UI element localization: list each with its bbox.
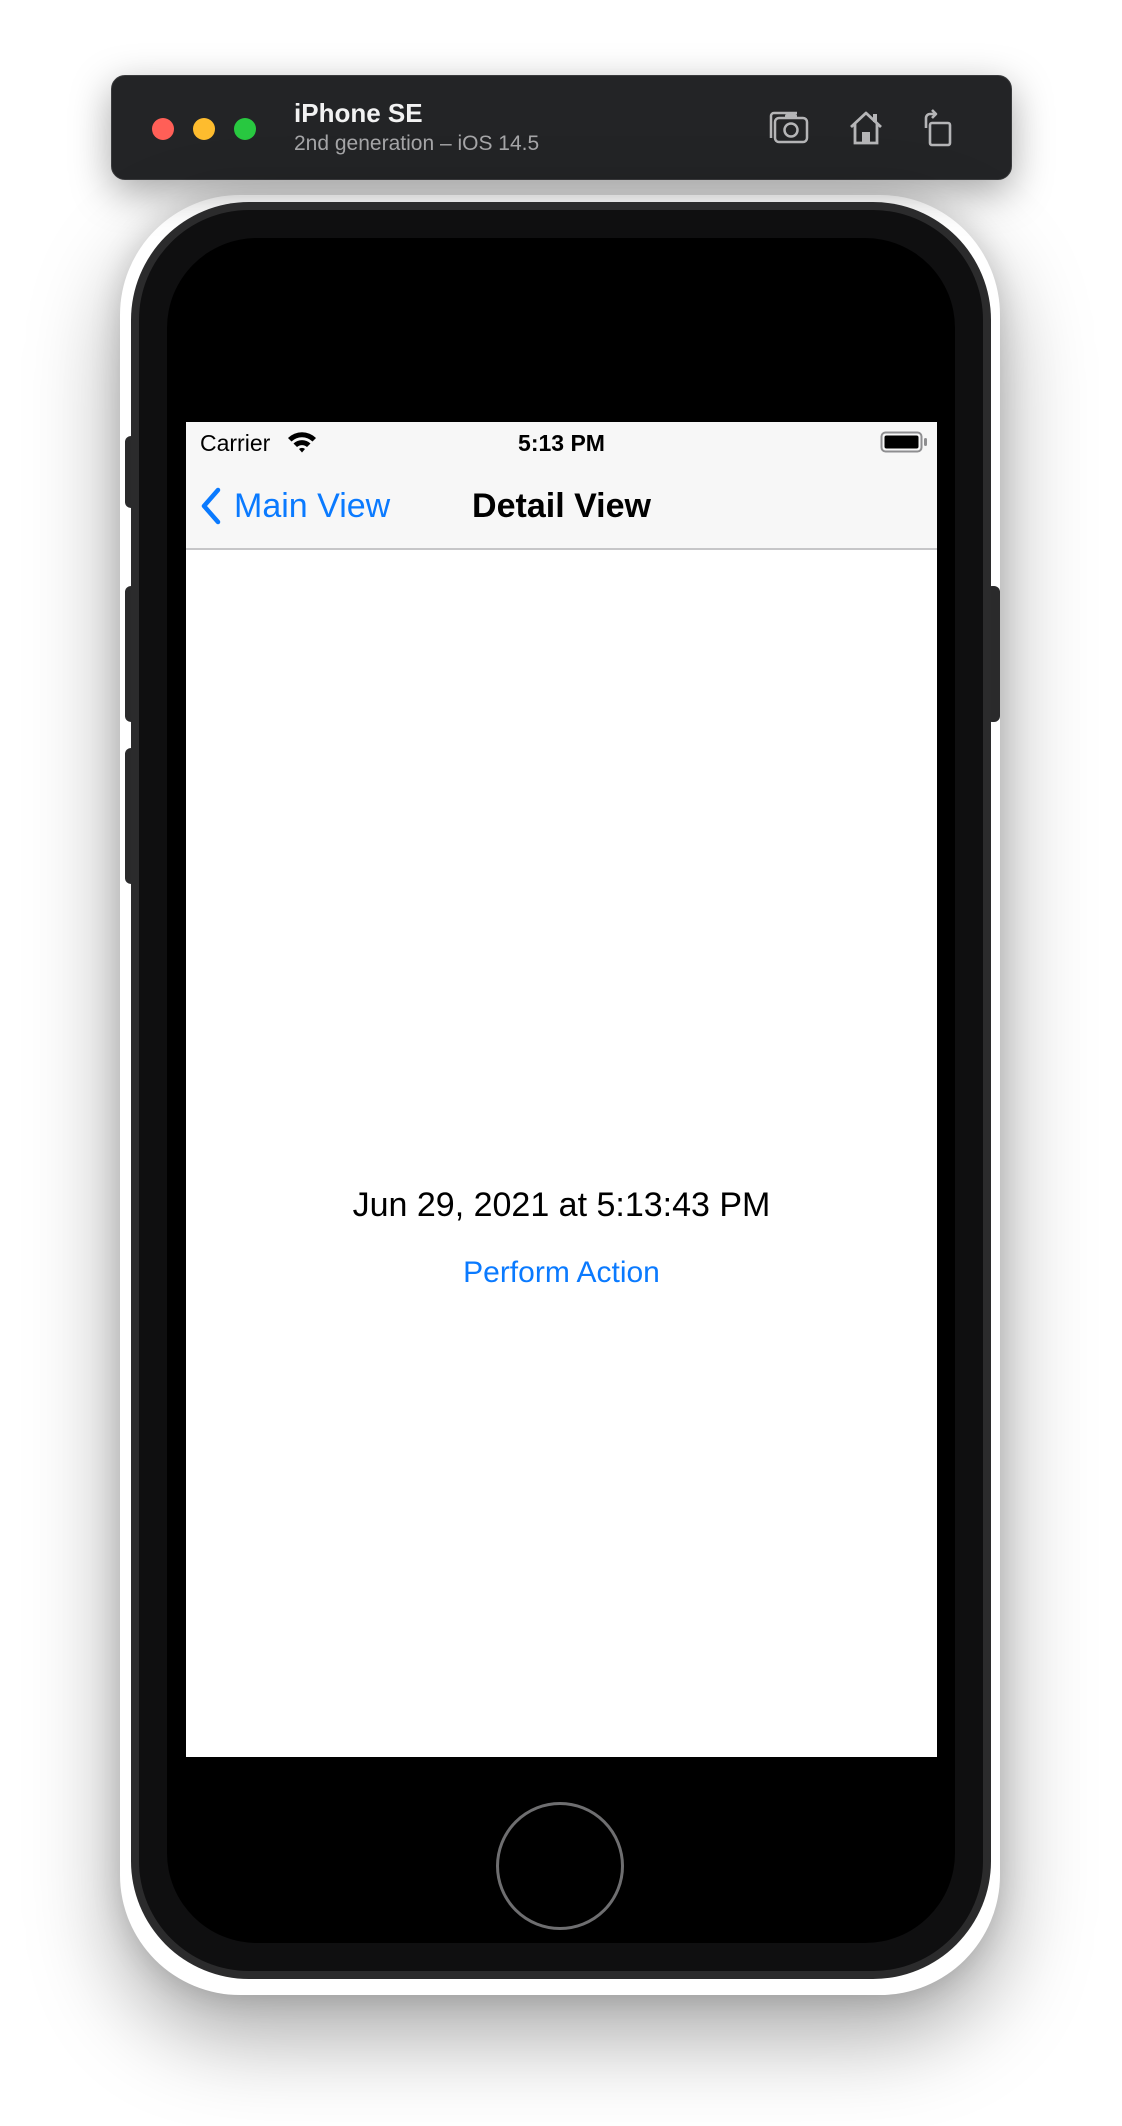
device-subtitle: 2nd generation – iOS 14.5	[294, 132, 540, 155]
perform-action-button[interactable]: Perform Action	[186, 1256, 937, 1290]
detail-content: Jun 29, 2021 at 5:13:43 PM Perform Actio…	[186, 550, 937, 1757]
nav-title: Detail View	[186, 487, 937, 526]
zoom-window-button[interactable]	[234, 118, 256, 140]
simulator-stage: iPhone SE 2nd generation – iOS 14.5 Carr…	[0, 0, 1122, 2126]
home-button-toolbar[interactable]	[842, 104, 890, 152]
simulator-title-bar[interactable]: iPhone SE 2nd generation – iOS 14.5	[111, 75, 1012, 180]
close-window-button[interactable]	[152, 118, 174, 140]
minimize-window-button[interactable]	[193, 118, 215, 140]
home-icon	[850, 111, 882, 145]
screenshot-icon	[769, 111, 809, 144]
rotate-button[interactable]	[914, 104, 962, 152]
device-name: iPhone SE	[294, 98, 423, 128]
navigation-bar: Main View Detail View	[186, 462, 937, 550]
home-button[interactable]	[496, 1802, 624, 1930]
device-screen: Carrier 5:13 PM Main View Detail View Ju…	[186, 422, 937, 1757]
nav-title-text: Detail View	[472, 487, 651, 525]
status-bar: Carrier 5:13 PM	[186, 422, 937, 462]
date-label: Jun 29, 2021 at 5:13:43 PM	[352, 1186, 771, 1224]
rotate-icon	[924, 109, 952, 147]
screenshot-button[interactable]	[765, 104, 813, 152]
status-time: 5:13 PM	[518, 430, 605, 456]
battery-icon	[880, 431, 927, 453]
